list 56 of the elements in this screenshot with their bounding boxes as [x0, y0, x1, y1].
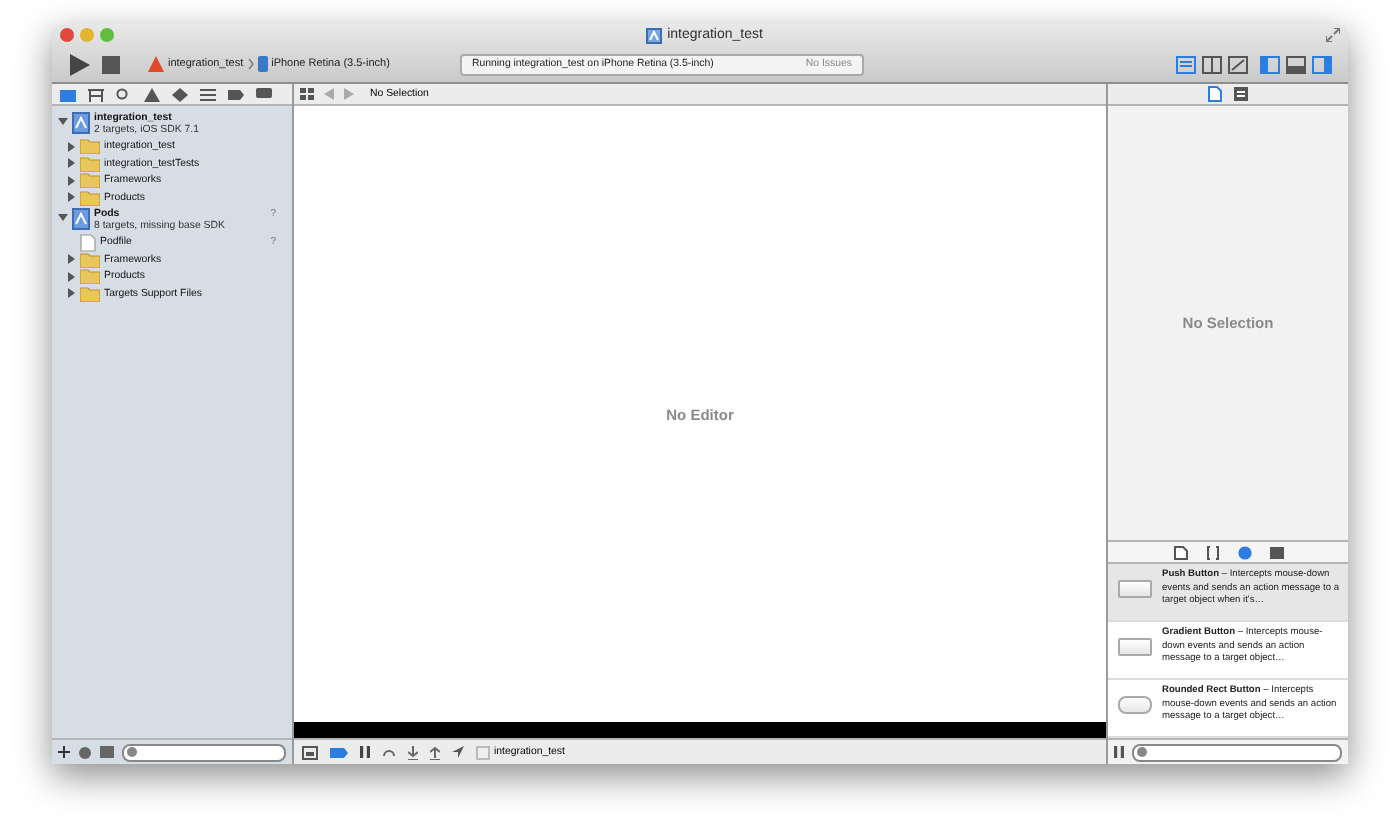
library-tab-icon[interactable] — [1237, 545, 1251, 559]
step-into-icon[interactable] — [408, 745, 418, 759]
project-icon — [645, 27, 662, 43]
navigator-tab-icon[interactable] — [200, 87, 216, 101]
document-icon — [80, 233, 96, 252]
disclosure-triangle[interactable] — [65, 192, 75, 203]
filter-field[interactable] — [1132, 743, 1342, 761]
disclosure-triangle[interactable] — [56, 208, 68, 224]
disclosure-triangle[interactable] — [65, 175, 75, 186]
editor-mode-icon[interactable] — [1176, 55, 1196, 73]
grid-view-icon[interactable] — [1114, 746, 1124, 758]
library-tab-icon[interactable] — [1269, 545, 1283, 559]
navigator-tab-icon[interactable] — [228, 87, 244, 101]
step-out-icon[interactable] — [430, 745, 440, 759]
navigator-tab-icon[interactable] — [256, 87, 272, 101]
disclosure-triangle[interactable] — [65, 288, 75, 299]
console-toggle-icon[interactable] — [302, 745, 318, 759]
disclosure-triangle[interactable] — [65, 254, 75, 265]
library-tab-icon[interactable] — [1205, 545, 1219, 559]
add-icon[interactable] — [58, 746, 70, 758]
button-preview-icon — [1118, 638, 1152, 656]
button-preview-icon — [1118, 580, 1152, 598]
disclosure-triangle[interactable] — [65, 271, 75, 282]
panel-toggle-icon[interactable] — [1260, 55, 1280, 73]
filter-icon — [1136, 746, 1148, 758]
fullscreen-icon[interactable] — [1326, 28, 1340, 42]
chevron-icon — [247, 58, 254, 70]
disclosure-triangle[interactable] — [56, 112, 68, 128]
panel-toggle-icon[interactable] — [1312, 55, 1332, 73]
navigator-tab-icon[interactable] — [60, 87, 76, 101]
panel-toggle-icon[interactable] — [1286, 55, 1306, 73]
pause-icon[interactable] — [360, 746, 370, 758]
inspector-tab-icon[interactable] — [1234, 86, 1248, 102]
filter-field[interactable] — [122, 743, 286, 761]
breakpoint-icon[interactable] — [330, 747, 348, 757]
step-over-icon[interactable] — [382, 746, 396, 758]
inspector-tab-icon[interactable] — [1208, 86, 1222, 102]
editor-mode-icon[interactable] — [1228, 55, 1248, 73]
run-icon[interactable] — [68, 53, 90, 75]
project-icon — [72, 208, 90, 230]
editor-mode-icon[interactable] — [1202, 55, 1222, 73]
filter-icon — [126, 746, 138, 758]
project-icon — [72, 112, 90, 134]
disclosure-triangle[interactable] — [65, 158, 75, 169]
navigator-tab-icon[interactable] — [116, 87, 132, 101]
phone-icon — [257, 56, 268, 72]
disclosure-triangle[interactable] — [65, 141, 75, 152]
stop-icon[interactable] — [102, 55, 120, 73]
navigator-tab-icon[interactable] — [88, 87, 104, 101]
grid-icon[interactable] — [300, 88, 314, 100]
button-preview-icon — [1118, 696, 1152, 714]
location-arrow-icon[interactable] — [452, 746, 464, 758]
navigator-tab-icon[interactable] — [172, 87, 188, 101]
close-button[interactable] — [60, 28, 74, 42]
navigator-tab-icon[interactable] — [144, 87, 160, 101]
library-tab-icon[interactable] — [1173, 545, 1187, 559]
